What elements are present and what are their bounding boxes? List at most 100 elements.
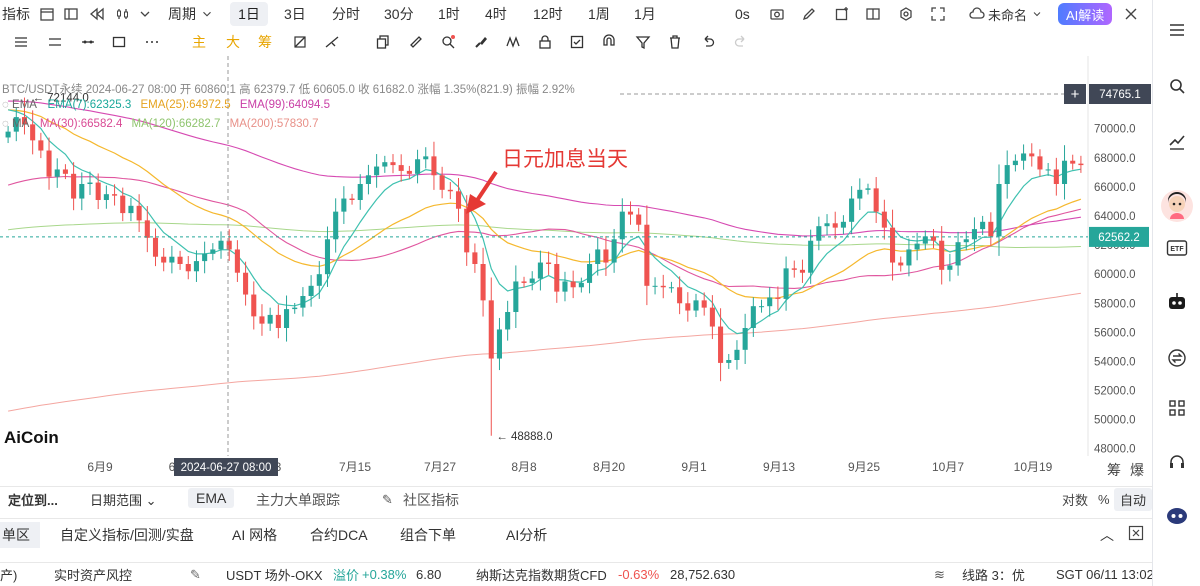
- auto-scale-toggle[interactable]: 自动: [1114, 488, 1153, 511]
- tab-contract-dca[interactable]: 合约DCA: [310, 525, 368, 545]
- search-icon[interactable]: [1165, 74, 1189, 98]
- tab-ai-analysis[interactable]: AI分析: [506, 525, 547, 545]
- fullscreen-icon[interactable]: [927, 3, 949, 25]
- ohlc-info: BTC/USDT永续 2024-06-27 08:00 开 60860.1 高 …: [2, 84, 575, 96]
- zoom-icon[interactable]: [437, 31, 459, 53]
- close-icon[interactable]: [1120, 3, 1142, 25]
- candle-body: [996, 184, 1002, 237]
- candle-body: [570, 281, 576, 288]
- layout-icon[interactable]: [862, 3, 884, 25]
- tab-ai-grid[interactable]: AI 网格: [232, 525, 277, 545]
- pattern-icon[interactable]: [502, 31, 524, 53]
- crosshair-date-label: 2024-06-27 08:00: [181, 462, 272, 474]
- candle-body: [644, 224, 650, 286]
- grid-icon[interactable]: [1165, 396, 1189, 420]
- period-tab-1mo[interactable]: 1月: [634, 2, 656, 26]
- horizontal-lines-icon[interactable]: [44, 31, 66, 53]
- edit-icon[interactable]: ✎: [382, 492, 393, 508]
- candle-body: [636, 214, 642, 225]
- layout-name-dropdown[interactable]: 未命名: [988, 2, 1043, 26]
- redo-icon[interactable]: [730, 31, 752, 53]
- more-icon[interactable]: [141, 31, 163, 53]
- rewind-icon[interactable]: [86, 3, 108, 25]
- close-panel-icon[interactable]: [1128, 525, 1144, 544]
- candle-body: [46, 150, 52, 177]
- period-tab-30m[interactable]: 30分: [384, 2, 414, 26]
- assistant-icon[interactable]: [1165, 504, 1189, 528]
- candle-body: [374, 166, 380, 176]
- candle-body: [423, 156, 429, 160]
- etf-icon[interactable]: ETF: [1165, 236, 1189, 260]
- tab-community-indicators[interactable]: 社区指标: [403, 490, 459, 510]
- period-tab-1w[interactable]: 1周: [588, 2, 610, 26]
- chips-toggle[interactable]: 筹: [1107, 460, 1121, 480]
- candle-body: [865, 188, 871, 190]
- period-tab-12h[interactable]: 12时: [533, 2, 563, 26]
- chart-icon[interactable]: [1165, 130, 1189, 154]
- ema99-value: EMA(99):64094.5: [239, 99, 330, 111]
- ruler-icon[interactable]: [405, 31, 427, 53]
- period-tab-1d[interactable]: 1日: [230, 2, 268, 26]
- candle-body: [521, 281, 527, 283]
- period-tab-timeshare[interactable]: 分时: [332, 2, 360, 26]
- ai-interpret-button[interactable]: AI解读: [1058, 3, 1113, 25]
- segment-line-icon[interactable]: [77, 31, 99, 53]
- period-tab-3d[interactable]: 3日: [284, 2, 306, 26]
- period-tab-4h[interactable]: 4时: [485, 2, 507, 26]
- rectangle-icon[interactable]: [108, 31, 130, 53]
- liquidation-toggle[interactable]: 爆: [1130, 460, 1144, 480]
- draw-tool-icon[interactable]: [289, 31, 311, 53]
- tab-main-order-tracking[interactable]: 主力大单跟踪: [256, 490, 340, 510]
- price-tick-label: 56000.0: [1094, 327, 1136, 339]
- edit-icon[interactable]: ✎: [190, 567, 201, 583]
- menu-icon[interactable]: [10, 31, 32, 53]
- chart-area[interactable]: 48000.0 50000.0 52000.0 54000.0 56000.0 58000…: [0, 56, 1152, 486]
- sidebar-toggle-icon[interactable]: [60, 3, 82, 25]
- candle-body: [193, 261, 199, 272]
- lock-icon[interactable]: [534, 31, 556, 53]
- chevron-down-icon: [203, 11, 211, 17]
- tab-custom-indicators[interactable]: 自定义指标/回测/实盘: [60, 525, 194, 545]
- risk-control[interactable]: 实时资产风控: [54, 565, 132, 584]
- tab-trade[interactable]: 单区: [0, 522, 40, 548]
- headset-icon[interactable]: [1165, 450, 1189, 474]
- tool-large[interactable]: 大: [226, 30, 240, 54]
- brush-icon[interactable]: [470, 31, 492, 53]
- robot-icon[interactable]: [1165, 290, 1189, 314]
- avatar[interactable]: [1161, 190, 1193, 222]
- eye-icon[interactable]: ◌: [2, 99, 9, 111]
- camera-icon[interactable]: [766, 3, 788, 25]
- period-tab-1h[interactable]: 1时: [438, 2, 460, 26]
- chart-type-icon[interactable]: [112, 3, 134, 25]
- percent-toggle[interactable]: %: [1098, 492, 1110, 507]
- filter-icon[interactable]: [632, 31, 654, 53]
- add-window-icon[interactable]: [831, 3, 853, 25]
- tab-combo-order[interactable]: 组合下单: [400, 525, 456, 545]
- eye-icon[interactable]: ◌: [2, 118, 9, 130]
- note-icon[interactable]: [566, 31, 588, 53]
- period-dropdown[interactable]: 周期: [168, 2, 214, 26]
- magnet-icon[interactable]: [598, 31, 620, 53]
- calendar-icon[interactable]: [36, 3, 58, 25]
- locate-button[interactable]: 定位到...: [8, 490, 58, 509]
- date-range-dropdown[interactable]: 日期范围 ⌄: [90, 490, 157, 509]
- log-scale-toggle[interactable]: 对数: [1062, 490, 1088, 509]
- settings-icon[interactable]: [895, 3, 917, 25]
- tool-main[interactable]: 主: [192, 30, 206, 54]
- pencil-icon[interactable]: [798, 3, 820, 25]
- candle-body: [832, 223, 838, 228]
- chevron-up-icon[interactable]: ︿: [1100, 525, 1114, 545]
- measure-icon[interactable]: [321, 31, 343, 53]
- connection-line[interactable]: 线路 3：优: [962, 565, 1025, 584]
- indicators-button[interactable]: 指标: [2, 2, 30, 26]
- exchange-icon[interactable]: [1165, 346, 1189, 370]
- trash-icon[interactable]: [664, 31, 686, 53]
- undo-icon[interactable]: [697, 31, 719, 53]
- time-tick-label: 8月8: [511, 460, 537, 474]
- tab-ema[interactable]: EMA: [188, 488, 235, 508]
- candle-body: [881, 211, 887, 228]
- tool-chips[interactable]: 筹: [258, 30, 272, 54]
- copy-icon[interactable]: [372, 31, 394, 53]
- list-icon[interactable]: [1165, 18, 1189, 42]
- chevron-down-icon[interactable]: [134, 3, 156, 25]
